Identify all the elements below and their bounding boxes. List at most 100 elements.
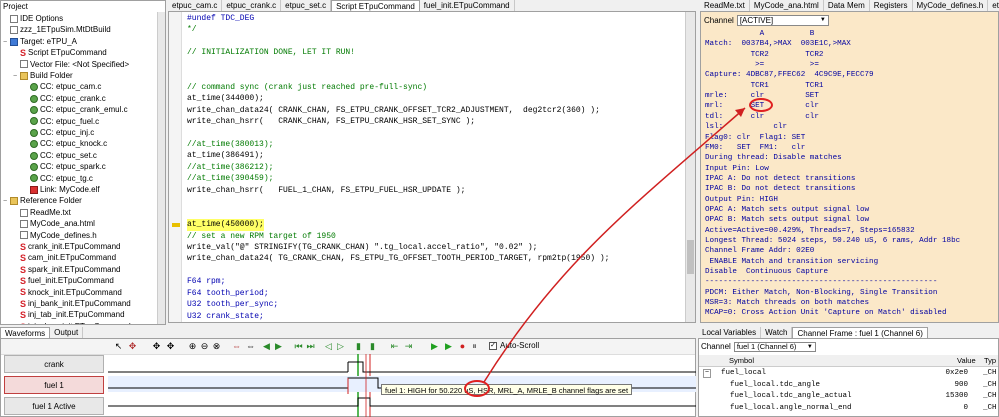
- tree-item[interactable]: IDE Options: [3, 13, 63, 24]
- tree-item-label: inj_bank_init.ETpuCommand: [28, 299, 131, 308]
- zoom-range-icon[interactable]: ⇔: [232, 342, 241, 351]
- goto-start-icon[interactable]: ⇤: [390, 342, 399, 351]
- tree-item[interactable]: MyCode_ana.html: [3, 218, 95, 229]
- fast-forward-icon[interactable]: ⏭: [306, 342, 315, 351]
- right-panel-tab[interactable]: etpu_fuel_auto.h: [988, 0, 999, 11]
- step-forward-icon[interactable]: ▷: [336, 342, 345, 351]
- tree-item[interactable]: Sspark_init.ETpuCommand: [3, 264, 121, 275]
- locals-channel-select[interactable]: fuel 1 (Channel 6) ▼: [733, 341, 816, 352]
- script-icon: S: [20, 276, 27, 287]
- editor-tab[interactable]: etpuc_crank.c: [222, 0, 282, 11]
- tree-item[interactable]: Sinj_bank_init.ETpuCommand: [3, 298, 131, 309]
- pause-icon[interactable]: ⏸: [470, 342, 479, 351]
- tree-item[interactable]: Link: MyCode.elf: [3, 184, 100, 195]
- channel-info: A B Match: 0037B4,>MAX 003E1C,>MAX TCR2 T…: [701, 29, 991, 322]
- locals-tab[interactable]: Local Variables: [698, 327, 762, 338]
- tree-item[interactable]: MyCode_defines.h: [3, 230, 97, 241]
- tree-item[interactable]: Sinj_tab_init.ETpuCommand: [3, 309, 125, 320]
- editor-tab[interactable]: fuel_init.ETpuCommand: [419, 0, 515, 11]
- right-panel-tab[interactable]: Data Mem: [823, 0, 870, 11]
- tree-item[interactable]: CC: etpuc_crank.c: [3, 93, 106, 104]
- tree-item-label: CC: etpuc_cam.c: [40, 82, 102, 92]
- zoom-all-icon[interactable]: ⇔: [246, 342, 255, 351]
- record-icon[interactable]: ●: [458, 342, 467, 351]
- signal-label[interactable]: fuel 1: [4, 376, 104, 394]
- locals-row[interactable]: fuel_local.tdc_angle 900 _CH: [699, 380, 998, 392]
- editor-scroll-thumb[interactable]: [687, 240, 694, 274]
- tree-item[interactable]: − Build Folder: [3, 70, 73, 81]
- step-icon[interactable]: ▶: [444, 342, 453, 351]
- bottom-panel-tab[interactable]: Output: [50, 327, 84, 338]
- waveform-tooltip: fuel 1: HIGH for 50.220 uS, HSR, MRL_A, …: [381, 384, 633, 395]
- marker-b-icon[interactable]: ▮: [368, 342, 377, 351]
- compile-icon: [30, 151, 38, 160]
- tree-item[interactable]: Scrank_init.ETpuCommand: [3, 241, 121, 252]
- tree-item[interactable]: zzz_1ETpuSim.MtDtBuild: [3, 24, 111, 35]
- next-edge-icon[interactable]: ▶: [274, 342, 283, 351]
- right-panel-tab[interactable]: ReadMe.txt: [700, 0, 750, 11]
- marker-a-icon[interactable]: ▮: [354, 342, 363, 351]
- signal-label[interactable]: crank: [4, 355, 104, 373]
- tree-item[interactable]: S Script ETpuCommand: [3, 47, 107, 58]
- code-editor[interactable]: #undef TDC_DEG */ // INITIALIZATION DONE, …: [168, 11, 696, 323]
- editor-tab[interactable]: etpuc_cam.c: [168, 0, 223, 11]
- autoscroll-checkbox[interactable]: ✓: [489, 342, 497, 350]
- tree-item[interactable]: Vector File: <Not Specified>: [3, 59, 129, 70]
- document-icon: [20, 231, 28, 240]
- channel-select[interactable]: [ACTIVE] ▼: [736, 14, 829, 26]
- editor-scrollbar[interactable]: [685, 12, 695, 322]
- pan-tool-icon[interactable]: ✥: [152, 342, 161, 351]
- project-scrollbar[interactable]: [157, 12, 165, 324]
- code-line: U32 crank_state;: [187, 311, 264, 321]
- locals-tab[interactable]: Watch: [761, 327, 793, 338]
- measure-tool-icon[interactable]: ✥: [128, 342, 137, 351]
- tree-item[interactable]: CC: etpuc_crank_emul.c: [3, 104, 128, 115]
- right-panel-tab[interactable]: MyCode_ana.html: [749, 0, 824, 11]
- signal-label[interactable]: fuel 1 Active: [4, 397, 104, 415]
- tree-item[interactable]: Sfuel_init.ETpuCommand: [3, 275, 114, 286]
- locals-row[interactable]: − fuel_local 0x2e0 _CH: [699, 368, 998, 380]
- pointer-tool-icon[interactable]: ↖: [114, 342, 123, 351]
- tree-item[interactable]: ReadMe.txt: [3, 207, 71, 218]
- editor-tab[interactable]: Script ETpuCommand: [331, 0, 420, 11]
- tree-item[interactable]: CC: etpuc_knock.c: [3, 138, 107, 149]
- zoom-in-icon[interactable]: ⊕: [188, 342, 197, 351]
- tree-item[interactable]: CC: etpuc_cam.c: [3, 81, 101, 92]
- collapse-toggle-icon[interactable]: −: [703, 369, 711, 378]
- step-back-icon[interactable]: ◁: [324, 342, 333, 351]
- tree-item[interactable]: CC: etpuc_fuel.c: [3, 116, 99, 127]
- tree-item-label: inj_tab_init.ETpuCommand: [28, 310, 125, 320]
- chevron-down-icon: ▼: [806, 343, 813, 350]
- zoom-fit-icon[interactable]: ⊗: [212, 342, 221, 351]
- project-tree: IDE Options zzz_1ETpuSim.MtDtBuild − Target…: [3, 13, 163, 324]
- zoom-out-icon[interactable]: ⊖: [200, 342, 209, 351]
- tree-item[interactable]: CC: etpuc_inj.c: [3, 127, 94, 138]
- document-icon: [10, 26, 18, 35]
- col-symbol[interactable]: Symbol: [729, 355, 754, 367]
- tree-item[interactable]: Sinj_chan_init.ETpuCommand: [3, 321, 131, 324]
- bottom-panel-tab[interactable]: Waveforms: [0, 327, 51, 338]
- col-type[interactable]: Typ: [984, 355, 996, 367]
- tree-item[interactable]: − Reference Folder: [3, 195, 82, 206]
- fast-back-icon[interactable]: ⏮: [294, 342, 303, 351]
- tree-item[interactable]: Scam_init.ETpuCommand: [3, 252, 116, 263]
- symbol-value: 0: [963, 403, 968, 412]
- move-tool-icon[interactable]: ✥: [166, 342, 175, 351]
- editor-tab[interactable]: etpuc_set.c: [281, 0, 332, 11]
- target-icon: [10, 37, 18, 46]
- col-value[interactable]: Value: [957, 355, 976, 367]
- tree-item[interactable]: CC: etpuc_set.c: [3, 150, 97, 161]
- tree-item[interactable]: CC: etpuc_spark.c: [3, 161, 106, 172]
- run-icon[interactable]: ▶: [430, 342, 439, 351]
- goto-end-icon[interactable]: ⇥: [404, 342, 413, 351]
- prev-edge-icon[interactable]: ◀: [262, 342, 271, 351]
- locals-tab[interactable]: Channel Frame : fuel 1 (Channel 6): [792, 327, 928, 338]
- right-panel-tab[interactable]: Registers: [869, 0, 913, 11]
- locals-row[interactable]: fuel_local.angle_normal_end 0 _CH: [699, 403, 998, 415]
- tree-item[interactable]: Sknock_init.ETpuCommand: [3, 287, 122, 298]
- tree-item-label: CC: etpuc_fuel.c: [40, 116, 100, 126]
- locals-row[interactable]: fuel_local.tdc_angle_actual 15300 _CH: [699, 391, 998, 403]
- tree-item[interactable]: − Target: eTPU_A: [3, 36, 77, 47]
- right-panel-tab[interactable]: MyCode_defines.h: [912, 0, 989, 11]
- tree-item[interactable]: CC: etpuc_tg.c: [3, 173, 93, 184]
